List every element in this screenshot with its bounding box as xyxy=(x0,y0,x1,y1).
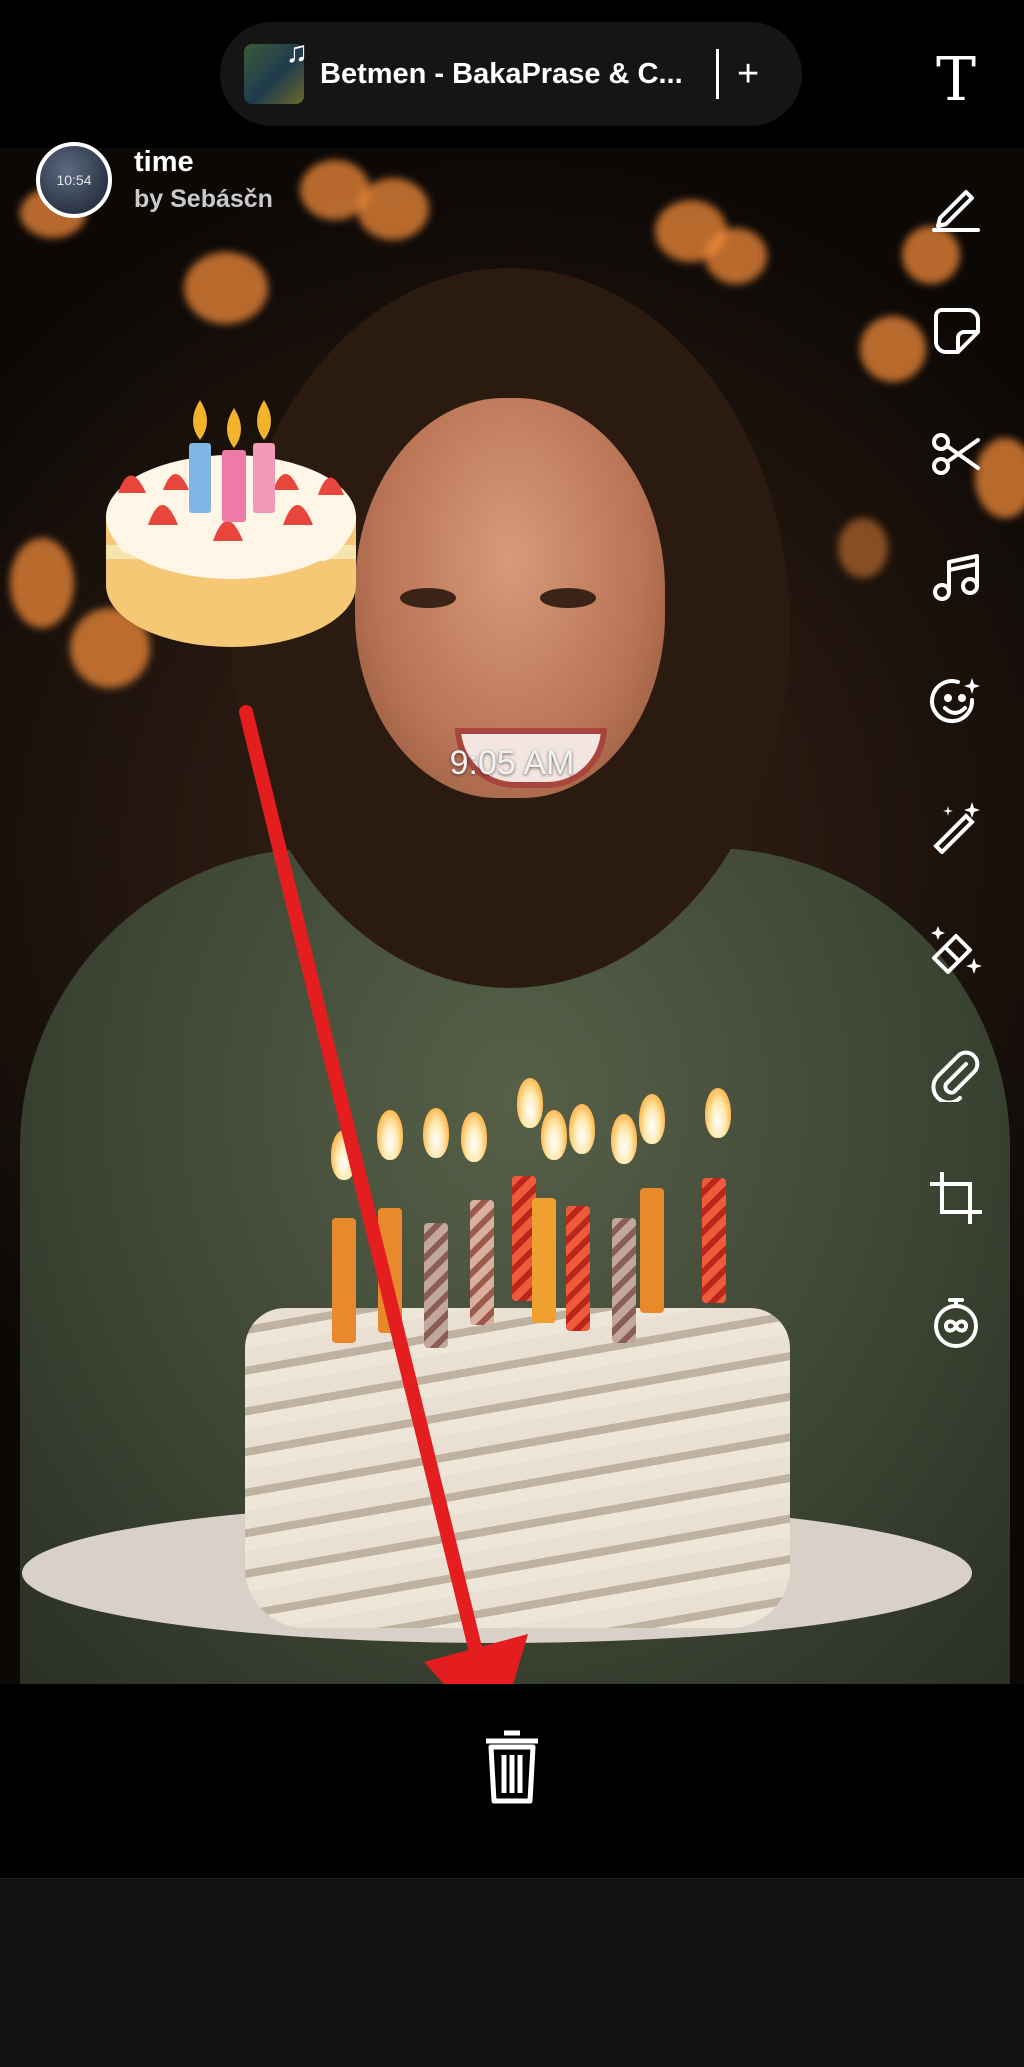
music-icon xyxy=(933,554,979,601)
bottom-panel xyxy=(0,1878,1024,2067)
candle-flame xyxy=(541,1110,567,1160)
bokeh-light xyxy=(10,538,74,628)
candle xyxy=(702,1178,726,1303)
scissors-tool-button[interactable] xyxy=(926,424,986,484)
smiley-sparkle-icon xyxy=(930,678,980,724)
candle xyxy=(470,1200,494,1325)
attach-tool-button[interactable] xyxy=(926,1044,986,1104)
paperclip-icon xyxy=(931,1050,980,1102)
cake-sticker[interactable] xyxy=(103,395,359,655)
timer-infinity-icon xyxy=(934,1298,978,1348)
crop-tool-button[interactable] xyxy=(926,1168,986,1228)
crop-icon xyxy=(930,1172,982,1224)
timer-tool-button[interactable] xyxy=(926,1292,986,1352)
creator-avatar[interactable]: 10:54 xyxy=(36,142,112,218)
draw-tool-button[interactable] xyxy=(926,176,986,236)
music-pill[interactable]: ♫ Betmen - BakaPrase & C... + xyxy=(220,22,802,126)
bokeh-light xyxy=(705,228,767,284)
candle xyxy=(612,1218,636,1343)
text-tool-button[interactable]: T xyxy=(926,50,986,110)
pencil-icon xyxy=(932,190,980,232)
text-icon: T xyxy=(935,45,977,115)
subject-eye xyxy=(400,588,456,608)
sticker-tool-button[interactable] xyxy=(926,300,986,360)
subject-eye xyxy=(540,588,596,608)
scissors-icon xyxy=(932,433,980,475)
trash-icon[interactable] xyxy=(482,1725,542,1805)
candle-flame xyxy=(639,1094,665,1144)
lens-tool-button[interactable] xyxy=(926,672,986,732)
creator-info[interactable]: 10:54 time by Sebásčn xyxy=(36,142,273,218)
time-sticker[interactable]: 9:05 AM xyxy=(0,744,1024,783)
creator-text: time by Sebásčn xyxy=(134,146,273,214)
candle xyxy=(532,1198,556,1323)
candle-flame xyxy=(569,1104,595,1154)
candle xyxy=(424,1223,448,1348)
pill-divider xyxy=(716,49,719,99)
candle-flame xyxy=(331,1130,357,1180)
bokeh-light xyxy=(860,316,926,382)
bokeh-light xyxy=(184,252,268,324)
creator-name: time xyxy=(134,146,194,178)
candle xyxy=(566,1206,590,1331)
candle xyxy=(378,1208,402,1333)
candle-flame xyxy=(423,1108,449,1158)
candle-flame xyxy=(461,1112,487,1162)
sticker-icon xyxy=(934,308,980,354)
candle xyxy=(640,1188,664,1313)
music-tool-button[interactable] xyxy=(926,548,986,608)
birthday-cake xyxy=(245,1308,790,1628)
top-bar: ♫ Betmen - BakaPrase & C... + xyxy=(0,0,1024,148)
creator-byline: by Sebásčn xyxy=(134,185,273,213)
candle xyxy=(332,1218,356,1343)
music-note-icon: ♫ xyxy=(285,36,309,69)
candle-flame xyxy=(517,1078,543,1128)
bokeh-light xyxy=(838,518,888,578)
candle-flame xyxy=(377,1110,403,1160)
candle-flame xyxy=(611,1114,637,1164)
story-photo[interactable] xyxy=(0,148,1024,1684)
add-music-button[interactable]: + xyxy=(737,55,759,93)
magic-wand-tool-button[interactable] xyxy=(926,796,986,856)
album-art: ♫ xyxy=(244,36,308,104)
candle-flame xyxy=(705,1088,731,1138)
magic-wand-icon xyxy=(933,802,980,854)
bokeh-light xyxy=(357,178,429,240)
eraser-tool-button[interactable] xyxy=(926,920,986,980)
song-title: Betmen - BakaPrase & C... xyxy=(320,57,683,90)
magic-eraser-icon xyxy=(931,926,982,974)
